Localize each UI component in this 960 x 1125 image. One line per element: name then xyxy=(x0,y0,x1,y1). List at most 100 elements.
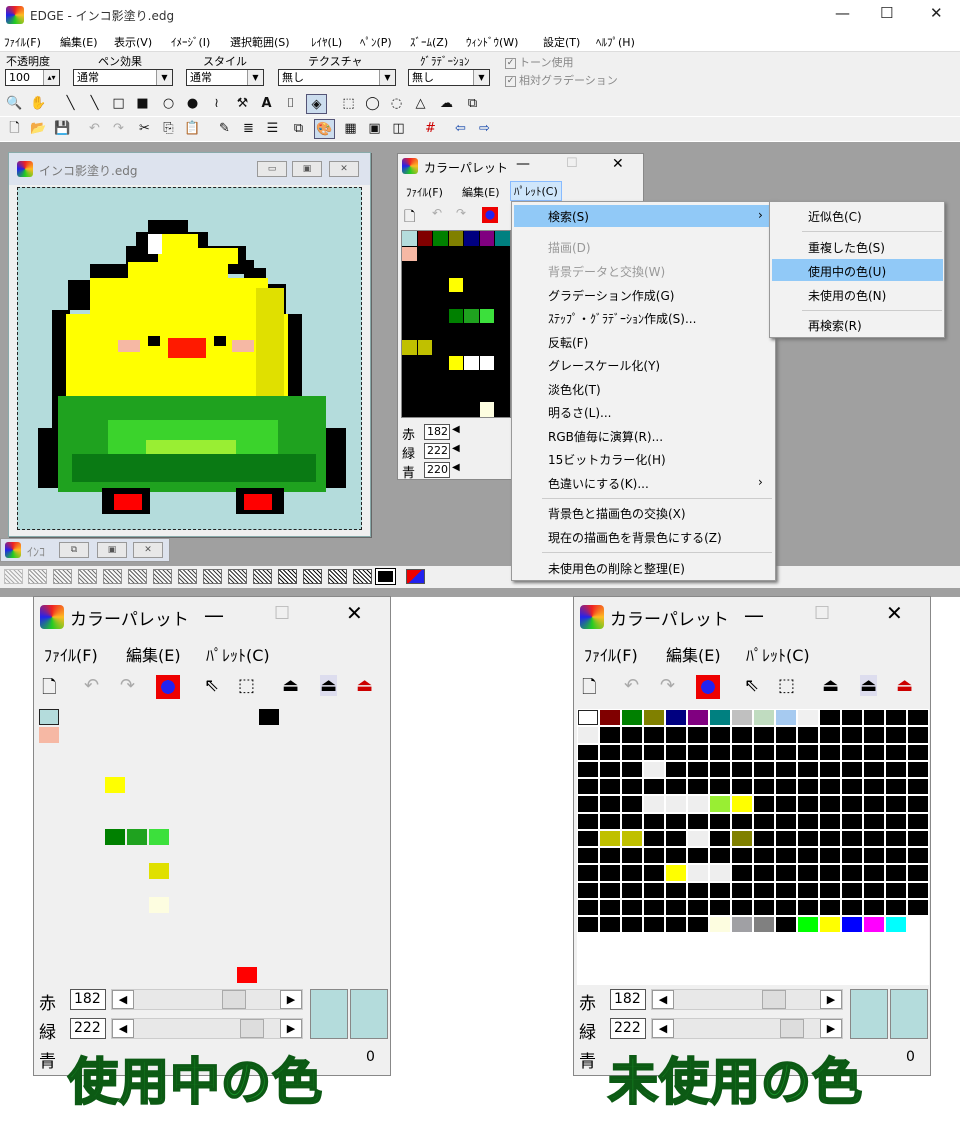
menu-window[interactable]: ｳｨﾝﾄﾞｳ(W) xyxy=(466,34,518,50)
palette-menu-palette[interactable]: ﾊﾟﾚｯﾄ(C) xyxy=(746,642,810,666)
used-color-cell[interactable] xyxy=(127,829,147,845)
undo-icon[interactable]: ↶ xyxy=(84,119,105,139)
relative-gradation-checkbox[interactable]: ✓ 相対グラデーション xyxy=(505,72,618,88)
slider-thumb[interactable] xyxy=(240,1019,264,1038)
redo-icon[interactable]: ↷ xyxy=(456,206,466,220)
opacity-spinner[interactable]: 100 ▴▾ xyxy=(5,69,60,86)
pattern-swatch[interactable] xyxy=(303,569,322,584)
pen-icon[interactable]: ╲ xyxy=(60,94,81,114)
arrow-left-icon[interactable]: ⇦ xyxy=(450,119,471,139)
used-color-cell[interactable] xyxy=(237,967,257,983)
undo-icon[interactable]: ↶ xyxy=(624,675,639,696)
copy-mid-icon[interactable]: ⏏ xyxy=(860,675,878,696)
palette-close-button[interactable]: ✕ xyxy=(612,156,624,172)
select-rect-icon[interactable]: ⬚ xyxy=(778,675,795,696)
fill-icon[interactable]: ◈ xyxy=(306,94,327,114)
red-slider[interactable]: ◀ ▶ xyxy=(651,989,843,1010)
menu-layer[interactable]: ﾚｲﾔ(L) xyxy=(311,34,342,50)
menu-edit[interactable]: 編集(E) xyxy=(60,34,98,50)
green-left-arrow[interactable]: ◀ xyxy=(452,443,460,454)
red-value[interactable]: 182 xyxy=(610,989,646,1010)
menu-image[interactable]: ｲﾒｰｼﾞ(I) xyxy=(171,34,210,50)
submenu-used[interactable]: 使用中の色(U) xyxy=(808,263,886,280)
palette-menu-file[interactable]: ﾌｧｲﾙ(F) xyxy=(406,184,443,200)
red-slider[interactable]: ◀ ▶ xyxy=(111,989,303,1010)
open-folder-icon[interactable]: 📂 xyxy=(28,119,49,139)
palette-maximize-button[interactable]: ☐ xyxy=(814,603,830,624)
menu-item-brightness[interactable]: 明るさ(L)... xyxy=(548,404,612,421)
submenu-duplicate[interactable]: 重複した色(S) xyxy=(808,239,885,256)
copy-down-icon[interactable]: ⏏ xyxy=(356,675,373,696)
redo-icon[interactable]: ↷ xyxy=(120,675,135,696)
select-rect-icon[interactable]: ⬚ xyxy=(338,94,359,114)
slider-thumb[interactable] xyxy=(780,1019,804,1038)
minimized-window[interactable]: ｲﾝｺ ⧉ ▣ ✕ xyxy=(0,538,170,562)
hand-icon[interactable]: ✋ xyxy=(28,94,49,114)
select-ellipse-icon[interactable]: ◯ xyxy=(362,94,383,114)
menu-item-set-bg[interactable]: 現在の描画色を背景色にする(Z) xyxy=(548,529,722,546)
used-color-cell[interactable] xyxy=(39,727,59,743)
used-color-cell[interactable] xyxy=(105,777,125,793)
menu-item-cleanup[interactable]: 未使用色の削除と整理(E) xyxy=(548,560,685,577)
swap-color-icon[interactable] xyxy=(482,207,498,223)
pattern-solid[interactable] xyxy=(375,568,396,585)
new-icon[interactable]: 🗋 xyxy=(404,206,415,230)
minimize-button[interactable]: — xyxy=(835,4,850,22)
menu-selection[interactable]: 選択範囲(S) xyxy=(230,34,290,50)
pattern-swatch[interactable] xyxy=(78,569,97,584)
pattern-swatch[interactable] xyxy=(28,569,47,584)
green-value[interactable]: 222 xyxy=(610,1018,646,1039)
lasso-icon[interactable]: ◌ xyxy=(386,94,407,114)
menu-item-swap-bg[interactable]: 背景データと交換(W) xyxy=(548,263,665,280)
palette-grid[interactable] xyxy=(401,230,511,418)
palette-minimize-button[interactable]: — xyxy=(516,156,530,172)
filled-circle-icon[interactable]: ● xyxy=(182,94,203,114)
gradation-select[interactable]: 無し ▼ xyxy=(408,69,490,86)
tone-checkbox[interactable]: ✓ トーン使用 xyxy=(505,54,573,70)
green-value[interactable]: 222 xyxy=(70,1018,106,1039)
menu-item-rgb-calc[interactable]: RGB値毎に演算(R)... xyxy=(548,428,663,445)
menu-zoom[interactable]: ｽﾞｰﾑ(Z) xyxy=(410,34,448,50)
swap-color-icon[interactable] xyxy=(696,675,720,699)
move-select-icon[interactable]: ⧉ xyxy=(462,94,483,114)
blue-left-arrow[interactable]: ◀ xyxy=(452,462,460,473)
palette-menu-edit[interactable]: 編集(E) xyxy=(666,642,721,666)
menu-item-gradation[interactable]: グラデーション作成(G) xyxy=(548,287,674,304)
undo-icon[interactable]: ↶ xyxy=(432,206,442,220)
pattern-swatch[interactable] xyxy=(178,569,197,584)
doc-close-button[interactable]: ✕ xyxy=(329,161,359,177)
menu-pen[interactable]: ﾍﾟﾝ(P) xyxy=(360,34,392,50)
arrow-left-icon[interactable]: ◀ xyxy=(112,1019,134,1038)
filled-rect-icon[interactable]: ■ xyxy=(132,94,153,114)
palette-menu-file[interactable]: ﾌｧｲﾙ(F) xyxy=(44,642,98,666)
palette-minimize-button[interactable]: — xyxy=(204,603,224,627)
used-color-cell[interactable] xyxy=(149,829,169,845)
palette-close-button[interactable]: ✕ xyxy=(346,601,363,625)
blue-value[interactable]: 220 xyxy=(424,462,450,478)
menu-item-search[interactable]: 検索(S) xyxy=(548,208,589,225)
rect-icon[interactable]: □ xyxy=(108,94,129,114)
curve-icon[interactable]: ≀ xyxy=(206,94,227,114)
bg-color-swatch[interactable] xyxy=(350,989,388,1039)
palette-minimize-button[interactable]: — xyxy=(744,603,764,627)
palette-maximize-button[interactable]: ☐ xyxy=(274,603,290,624)
pattern-swatch[interactable] xyxy=(153,569,172,584)
layers-icon[interactable]: ⧉ xyxy=(288,119,309,139)
line-width-icon[interactable]: ≣ xyxy=(238,119,259,139)
zoom-icon[interactable]: 🔍 xyxy=(4,94,25,114)
menu-settings[interactable]: 設定(T) xyxy=(543,34,580,50)
submenu-research[interactable]: 再検索(R) xyxy=(808,317,862,334)
new-icon[interactable]: 🗋 xyxy=(42,675,56,705)
pattern-swatch[interactable] xyxy=(253,569,272,584)
circle-icon[interactable]: ○ xyxy=(158,94,179,114)
copy-mid-icon[interactable]: ⏏ xyxy=(320,675,338,696)
maximize-button[interactable]: ☐ xyxy=(880,4,893,22)
magic-select-icon[interactable]: ☁ xyxy=(436,94,457,114)
new-icon[interactable]: 🗋 xyxy=(582,675,596,705)
arrow-right-icon[interactable]: ⇨ xyxy=(474,119,495,139)
red-left-arrow[interactable]: ◀ xyxy=(452,424,460,435)
save-icon[interactable]: 💾 xyxy=(52,119,73,139)
select-rect-icon[interactable]: ⬚ xyxy=(238,675,255,696)
menu-item-draw[interactable]: 描画(D) xyxy=(548,239,591,256)
close-button[interactable]: ✕ xyxy=(930,4,943,22)
